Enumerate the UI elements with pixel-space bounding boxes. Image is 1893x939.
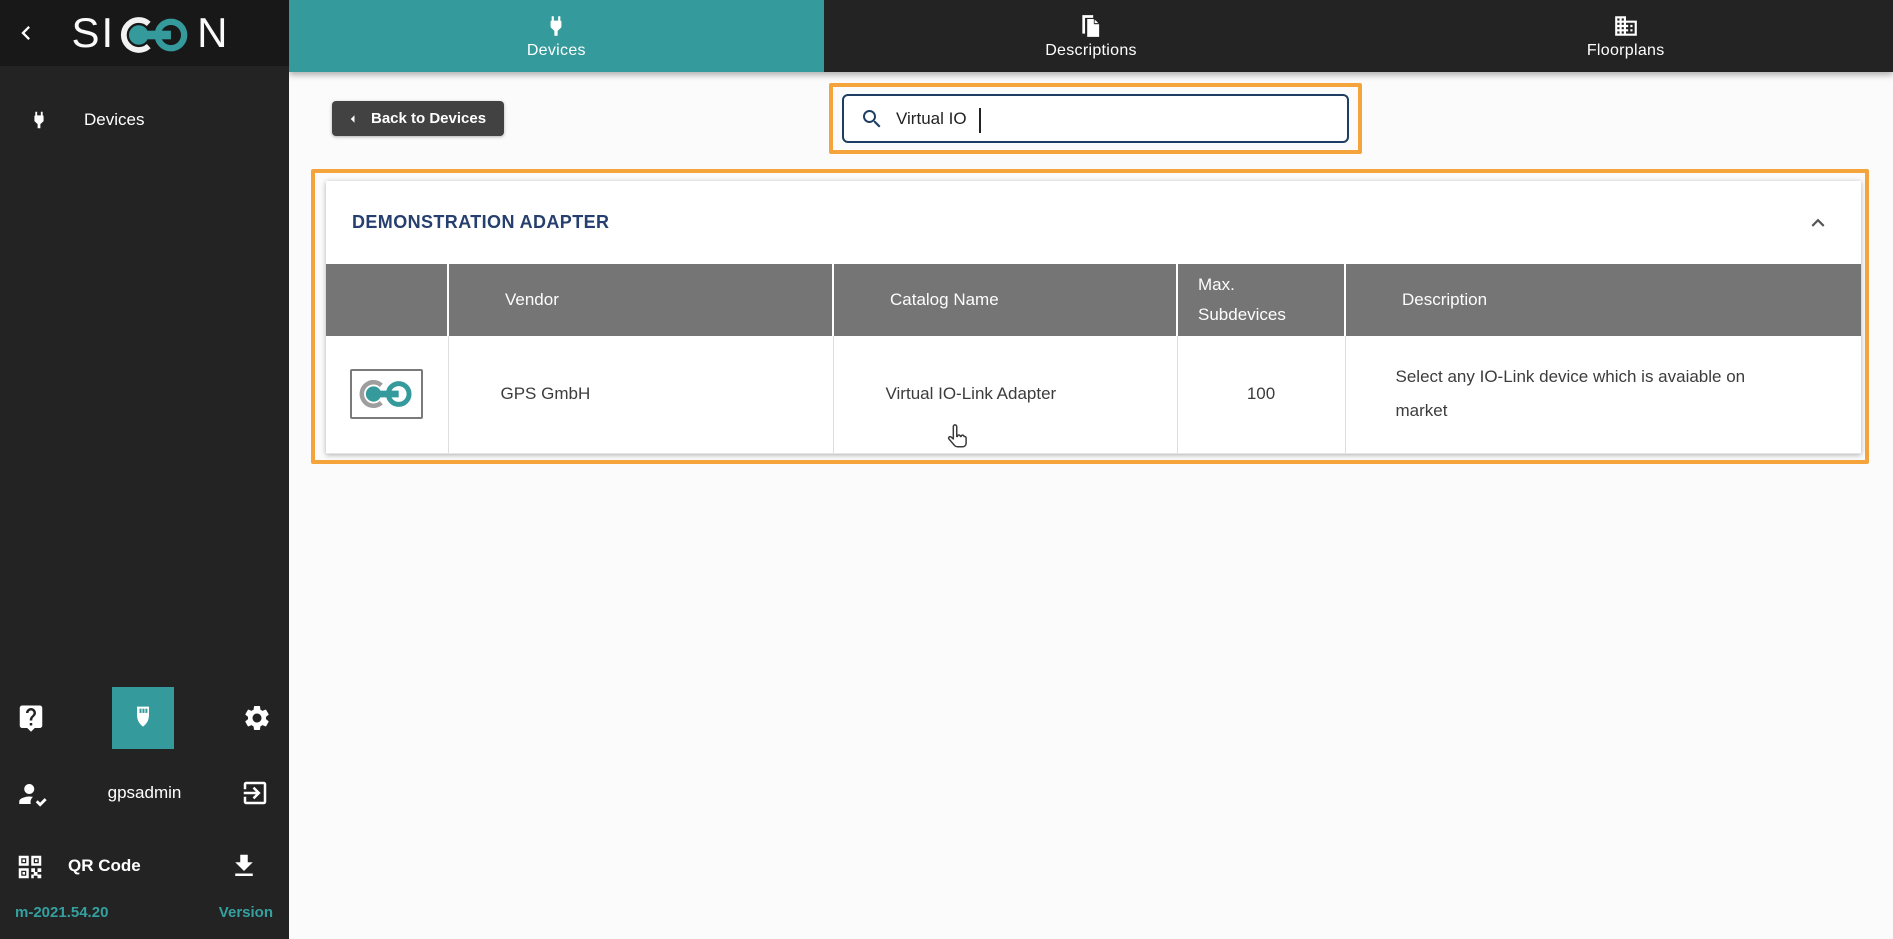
search-icon bbox=[860, 107, 884, 131]
sidebar-collapse-button[interactable] bbox=[0, 19, 52, 47]
card-header: DEMONSTRATION ADAPTER bbox=[326, 181, 1861, 264]
search-input[interactable] bbox=[896, 96, 1347, 141]
sidebar-header: SI N bbox=[0, 0, 289, 66]
sidebar-item-label: Devices bbox=[84, 110, 145, 129]
vendor-cell: GPS GmbH bbox=[447, 336, 833, 454]
vendor-logo bbox=[350, 369, 424, 420]
logo-link-icon bbox=[118, 12, 194, 58]
top-tab-bar: Devices Descriptions Floorplans bbox=[289, 0, 1893, 72]
max-subdevices-cell: 100 bbox=[1176, 336, 1345, 454]
tab-floorplans[interactable]: Floorplans bbox=[1358, 0, 1893, 72]
tab-descriptions[interactable]: Descriptions bbox=[824, 0, 1359, 72]
download-button[interactable] bbox=[229, 851, 259, 881]
help-icon bbox=[16, 703, 46, 733]
text-caret bbox=[979, 108, 981, 133]
back-to-devices-button[interactable]: Back to Devices bbox=[332, 101, 505, 136]
qr-code-icon bbox=[15, 852, 45, 882]
io-link-logo-icon bbox=[358, 376, 416, 412]
logo-text-si: SI bbox=[71, 9, 116, 56]
search-field bbox=[842, 94, 1349, 143]
table-header-row: Vendor Catalog Name Max. Subdevices Desc… bbox=[326, 264, 1861, 336]
settings-button[interactable] bbox=[238, 699, 276, 737]
devices-panel-button[interactable] bbox=[112, 687, 174, 749]
plug-icon bbox=[543, 13, 569, 39]
gear-icon bbox=[242, 703, 272, 733]
version-label: Version bbox=[218, 904, 273, 921]
app-logo: SI N bbox=[52, 8, 249, 58]
version-row: m-2021.54.20 Version bbox=[0, 904, 289, 921]
logout-button[interactable] bbox=[240, 778, 270, 808]
building-icon bbox=[1613, 13, 1639, 39]
version-value: m-2021.54.20 bbox=[15, 904, 109, 921]
logo-text-n: N bbox=[197, 9, 230, 56]
chevron-left-icon bbox=[12, 19, 40, 47]
sidebar: SI N Devices gpsadmin QR Code m-2021.54.… bbox=[0, 0, 289, 939]
qr-code-label: QR Code bbox=[68, 856, 141, 875]
tab-label: Descriptions bbox=[1045, 41, 1137, 59]
exit-icon bbox=[240, 778, 270, 808]
collapse-section-button[interactable] bbox=[1805, 210, 1831, 236]
catalog-name-cell: Virtual IO-Link Adapter bbox=[832, 336, 1177, 454]
tab-label: Devices bbox=[526, 41, 586, 59]
description-cell: Select any IO-Link device which is avaia… bbox=[1344, 336, 1861, 454]
sidebar-item-devices[interactable]: Devices bbox=[0, 96, 289, 144]
tab-devices[interactable]: Devices bbox=[289, 0, 824, 72]
arrow-left-icon bbox=[344, 110, 362, 128]
documents-icon bbox=[1078, 13, 1104, 39]
tab-label: Floorplans bbox=[1586, 41, 1665, 59]
description-column-header: Description bbox=[1344, 264, 1861, 336]
adapter-table: Vendor Catalog Name Max. Subdevices Desc… bbox=[326, 264, 1861, 454]
help-button[interactable] bbox=[12, 699, 50, 737]
plug-icon bbox=[28, 109, 50, 131]
adapter-card: DEMONSTRATION ADAPTER Vendor Catalog Nam… bbox=[326, 181, 1861, 454]
main-content: Back to Devices DEMONSTRATION ADAPTER bbox=[289, 72, 1893, 939]
vendor-column-header: Vendor bbox=[447, 264, 833, 336]
table-row[interactable]: GPS GmbH Virtual IO-Link Adapter 100 Sel… bbox=[326, 336, 1861, 454]
table-highlight-box: DEMONSTRATION ADAPTER Vendor Catalog Nam… bbox=[311, 169, 1869, 464]
vendor-logo-cell bbox=[326, 336, 448, 454]
back-button-label: Back to Devices bbox=[371, 110, 487, 127]
section-title: DEMONSTRATION ADAPTER bbox=[352, 212, 610, 232]
usb-plug-icon bbox=[127, 702, 159, 734]
icon-column-header bbox=[326, 264, 448, 336]
download-icon bbox=[229, 851, 259, 881]
max-subdevices-column-header: Max. Subdevices bbox=[1176, 264, 1345, 336]
chevron-up-icon bbox=[1805, 210, 1831, 236]
search-highlight-box bbox=[829, 83, 1362, 154]
catalog-name-column-header: Catalog Name bbox=[832, 264, 1177, 336]
